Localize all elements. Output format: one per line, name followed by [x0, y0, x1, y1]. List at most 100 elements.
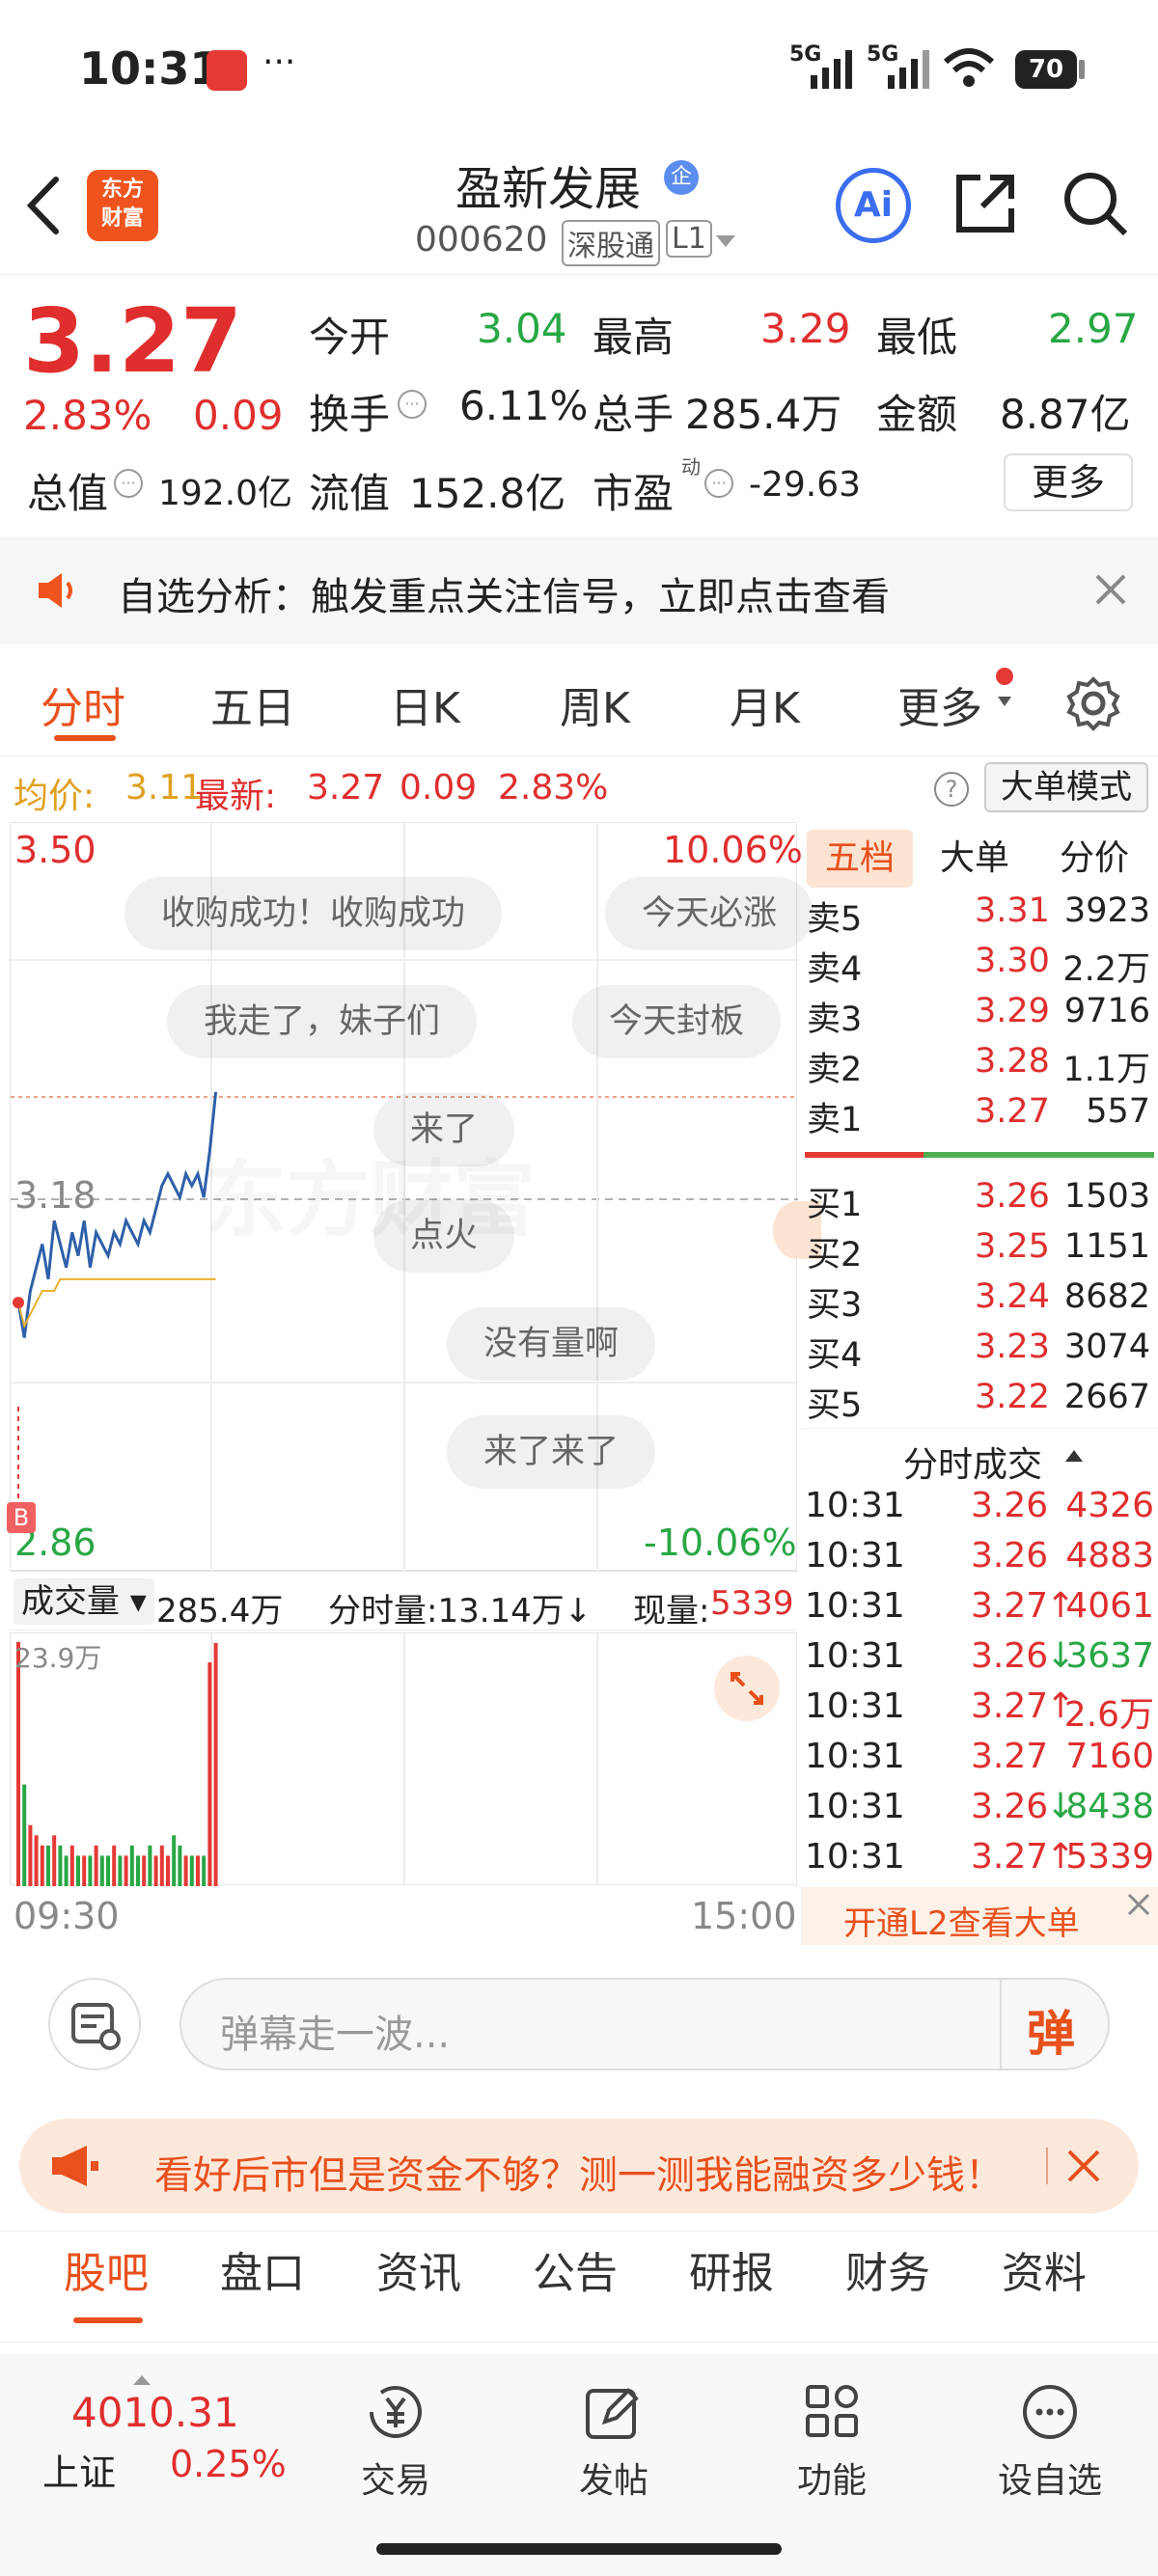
volume-chart[interactable]: 23.9万 [10, 1632, 797, 1886]
nav-watchlist-label: 设自选 [997, 2461, 1102, 2501]
avg-value: 3.11 [125, 768, 204, 808]
settings-gear-icon[interactable] [1065, 675, 1121, 731]
wifi-icon [943, 48, 995, 87]
bid-price: 3.23 [975, 1328, 1050, 1366]
logo-line2: 财富 [100, 206, 144, 231]
volume-bar [196, 1855, 200, 1886]
tab-forum[interactable]: 股吧 [64, 2238, 149, 2300]
app-logo[interactable]: 东方 财富 [87, 170, 158, 241]
volume-indicator-label: 成交量 [21, 1582, 120, 1621]
volume-indicator-select[interactable]: 成交量 ▾ [14, 1578, 154, 1625]
nav-trade[interactable]: 交易 [318, 2383, 473, 2503]
tab-intraday[interactable]: 分时 [41, 673, 125, 735]
ask-volume: 9716 [1063, 992, 1150, 1030]
exchange-tag: 深股通 [562, 220, 660, 266]
mktcap-info-icon[interactable]: ··· [114, 469, 143, 498]
tab-handicap[interactable]: 盘口 [220, 2238, 305, 2300]
trade-price: 3.26 [971, 1787, 1049, 1826]
tab-price-dist[interactable]: 分价 [1060, 830, 1129, 888]
trade-volume: 5339 [1065, 1837, 1154, 1877]
danmaku-input[interactable]: 弹幕走一波... 弹 [179, 1978, 1110, 2070]
tab-research[interactable]: 研报 [689, 2238, 774, 2300]
danmaku-placeholder: 弹幕走一波... [220, 2013, 451, 2057]
big-order-mode-label: 大单模式 [1001, 768, 1132, 807]
l2-banner[interactable]: 开通L2查看大单 [801, 1887, 1158, 1945]
trade-time: 10:31 [805, 1686, 905, 1726]
tab-five-levels[interactable]: 五档 [807, 830, 913, 888]
trades-title-row[interactable]: 分时成交 [801, 1428, 1158, 1485]
ask-price: 3.28 [975, 1042, 1050, 1081]
latest-label: 最新: [195, 777, 277, 816]
pe-info-icon[interactable]: ··· [704, 469, 733, 498]
now-volume-label: 现量: [633, 1592, 710, 1631]
volume-header: 成交量 ▾ 285.4万 分时量:13.14万↓ 现量: 5339 [10, 1573, 797, 1631]
volume-bar [172, 1835, 177, 1886]
tab-five-day[interactable]: 五日 [210, 673, 295, 735]
nav-functions[interactable]: 功能 [755, 2383, 909, 2503]
ask-label: 卖2 [807, 1051, 863, 1089]
nav-watchlist[interactable]: 设自选 [973, 2383, 1127, 2503]
expand-icon[interactable] [713, 1655, 781, 1722]
trade-time: 10:31 [805, 1486, 905, 1525]
ad-close-icon[interactable] [1065, 2148, 1102, 2184]
level-tag[interactable]: L1 [666, 220, 712, 258]
trade-time: 10:31 [805, 1837, 905, 1877]
trade-time: 10:31 [805, 1787, 905, 1826]
volume-bar [106, 1855, 110, 1886]
danmaku-send-button[interactable]: 弹 [1027, 1995, 1075, 2065]
average-line [17, 1277, 216, 1329]
close-icon[interactable] [1094, 573, 1127, 606]
intraday-chart[interactable]: 东方财富 3.50 10.06% 3.18 2.86 -10.06% B 收购成… [7, 822, 821, 1572]
open-point-marker [13, 1297, 24, 1309]
tab-weekly-k[interactable]: 周K [560, 673, 630, 735]
volume-bar [82, 1855, 87, 1886]
tab-daily-k[interactable]: 日K [390, 673, 460, 735]
app-notification-icon [207, 50, 247, 91]
ad-banner[interactable]: 看好后市但是资金不够？测一测我能融资多少钱！ [19, 2119, 1139, 2213]
turnover-info-icon[interactable]: ··· [398, 390, 427, 419]
chevron-down-icon[interactable] [714, 233, 737, 249]
tab-news[interactable]: 资讯 [376, 2238, 461, 2300]
share-icon[interactable] [951, 170, 1019, 237]
tab-big-orders[interactable]: 大单 [940, 830, 1009, 888]
price-info-line: 均价: 3.11 最新: 3.27 0.09 2.83% ? 大单模式 [0, 758, 1158, 816]
buy-marker[interactable]: B [7, 1502, 36, 1533]
more-button[interactable]: 更多 [1004, 453, 1133, 511]
big-order-mode-button[interactable]: 大单模式 [984, 762, 1148, 812]
l2-close-icon[interactable] [1125, 1891, 1152, 1918]
danmaku-settings-button[interactable] [48, 1978, 141, 2070]
tab-more[interactable]: 更多 [897, 673, 982, 735]
ask-price: 3.30 [975, 942, 1050, 980]
mktcap-value: 192.0亿 [158, 474, 293, 513]
logo-line1: 东方 [100, 178, 144, 202]
help-icon[interactable]: ? [934, 772, 969, 807]
volume-bar [129, 1845, 134, 1886]
functions-grid-icon [806, 2385, 858, 2437]
volume-bar [64, 1855, 69, 1886]
index-widget[interactable]: 4010.31 上证 0.25% [35, 2375, 295, 2495]
chart-top-price: 3.50 [14, 829, 96, 871]
tab-announcements[interactable]: 公告 [533, 2238, 618, 2300]
notice-bar[interactable]: 自选分析：触发重点关注信号，立即点击查看 [0, 536, 1158, 644]
search-icon[interactable] [1062, 170, 1129, 237]
tab-finance[interactable]: 财务 [845, 2238, 930, 2300]
nav-post[interactable]: 发帖 [537, 2383, 691, 2503]
volume-bar [46, 1845, 50, 1886]
battery-icon: 70 [1015, 50, 1077, 89]
ai-button[interactable]: Ai [836, 168, 911, 243]
back-arrow-icon[interactable] [23, 174, 66, 237]
order-book-tabs: 五档 大单 分价 [801, 822, 1158, 895]
index-chevron-up-icon [133, 2375, 151, 2385]
trade-row: 10:31 3.26 ↓ 8438 [805, 1787, 1154, 1837]
signal2-icon [888, 50, 929, 89]
ad-text: 看好后市但是资金不够？测一测我能融资多少钱！ [154, 2153, 1004, 2198]
volume-bar [112, 1845, 117, 1886]
tab-profile[interactable]: 资料 [1002, 2238, 1087, 2300]
volume-bar [213, 1643, 218, 1886]
index-name: 上证 [42, 2452, 117, 2494]
danmaku-5: 来了 [373, 1093, 515, 1166]
danmaku-3: 我走了，妹子们 [167, 985, 478, 1058]
tab-monthly-k[interactable]: 月K [730, 673, 800, 735]
volume-bar [136, 1855, 140, 1886]
speaker-icon [39, 573, 72, 608]
